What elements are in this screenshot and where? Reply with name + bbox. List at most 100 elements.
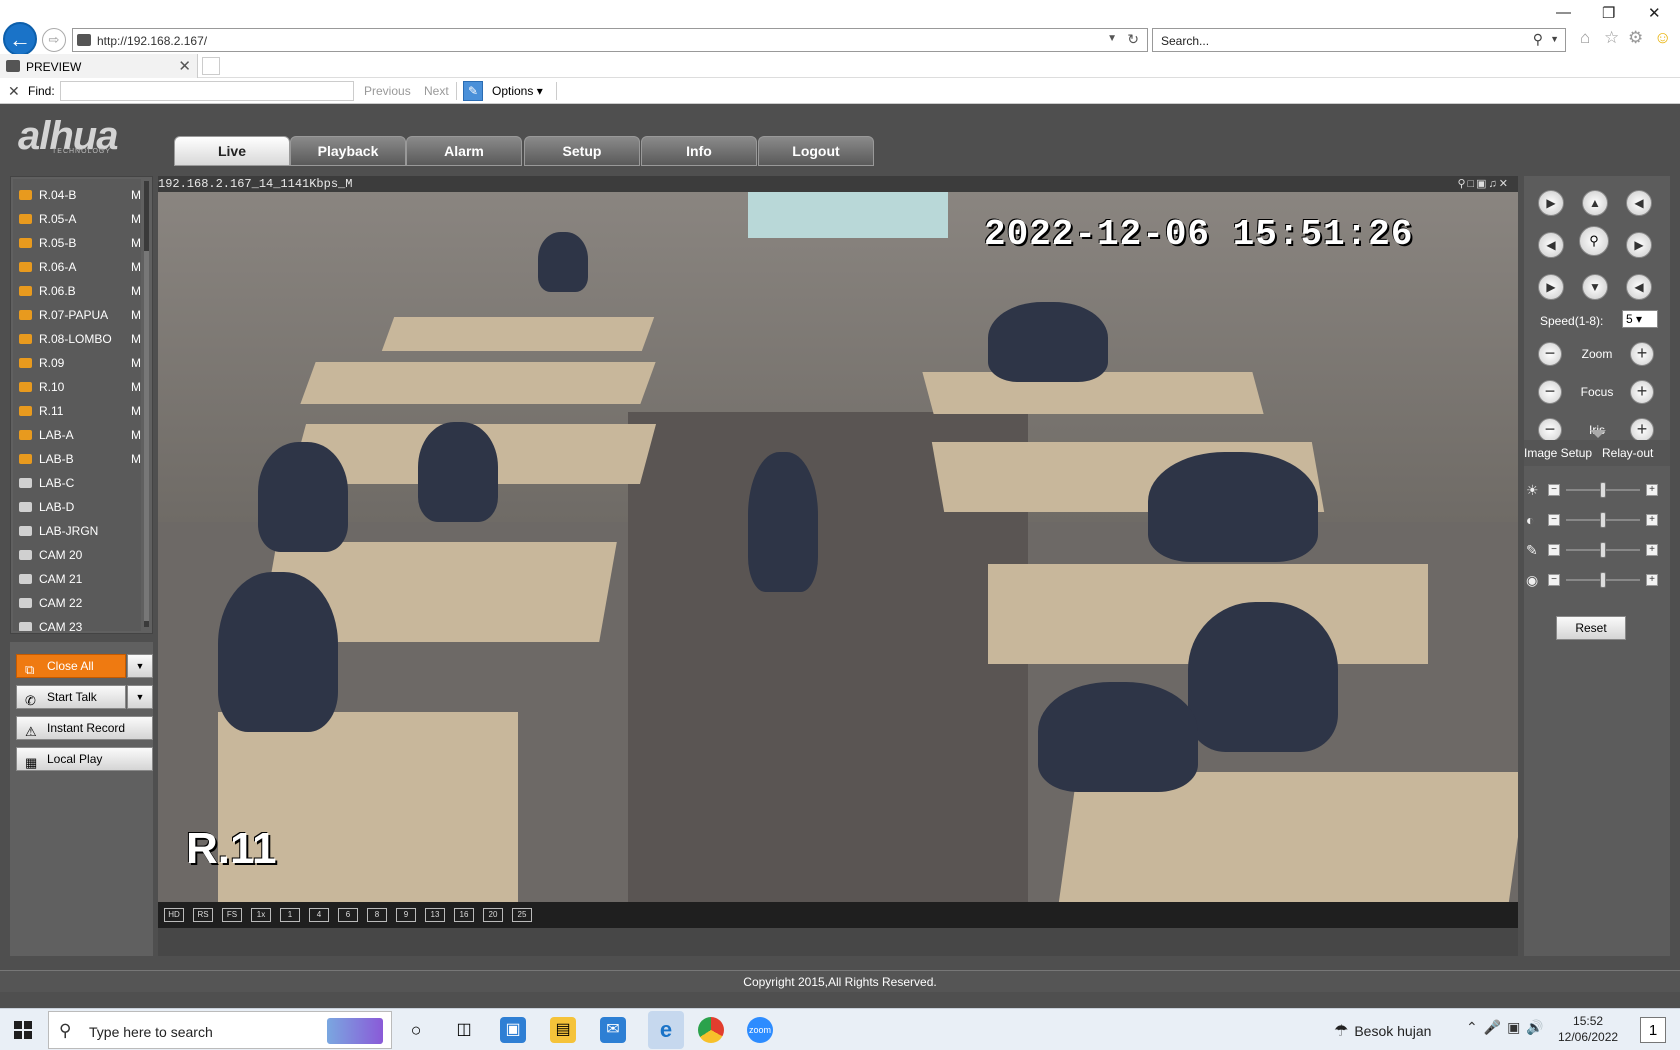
camera-mode[interactable]: M — [131, 428, 141, 442]
ptz-left-button[interactable]: ◀ — [1538, 232, 1564, 258]
taskbar-clock[interactable]: 15:52 12/06/2022 — [1558, 1013, 1618, 1045]
ptz-down-button[interactable]: ▼ — [1582, 274, 1608, 300]
camera-mode[interactable]: M — [131, 380, 141, 394]
camera-mode[interactable]: M — [131, 236, 141, 250]
highlight-pen-icon[interactable]: ✎ — [463, 81, 483, 101]
camera-list-item[interactable]: R.11 M — [13, 399, 141, 423]
minimize-icon[interactable]: — — [1556, 4, 1571, 21]
ptz-center-zoom-icon[interactable]: ⚲ — [1579, 226, 1609, 256]
nav-tab-info[interactable]: Info — [641, 136, 757, 166]
camera-mode[interactable]: M — [131, 356, 141, 370]
address-bar[interactable]: http://192.168.2.167/ ▼ ↻ — [72, 28, 1148, 52]
layout-button[interactable]: FS — [222, 908, 242, 922]
browser-tab-preview[interactable]: PREVIEW ✕ — [0, 54, 198, 78]
camera-mode[interactable]: M — [131, 188, 141, 202]
camera-list-item[interactable]: CAM 20 — [13, 543, 141, 567]
windows-start-icon[interactable] — [14, 1021, 32, 1039]
ptz-down-right-button[interactable]: ◀ — [1626, 274, 1652, 300]
brightness-plus-button[interactable]: + — [1646, 484, 1658, 496]
speed-select[interactable]: 5 ▾ — [1622, 310, 1658, 328]
search-icon[interactable]: ⚲ — [1533, 31, 1543, 48]
saturation-thumb[interactable] — [1600, 542, 1606, 558]
contrast-slider[interactable]: ◐ − + — [1524, 508, 1670, 532]
collapse-arrow-icon[interactable] — [1590, 430, 1606, 438]
find-close-icon[interactable]: ✕ — [8, 83, 20, 100]
ptz-up-left-button[interactable]: ▶ — [1538, 190, 1564, 216]
hue-plus-button[interactable]: + — [1646, 574, 1658, 586]
hue-thumb[interactable] — [1600, 572, 1606, 588]
restore-icon[interactable]: ❐ — [1602, 4, 1615, 22]
camera-list-item[interactable]: LAB-A M — [13, 423, 141, 447]
camera-list-item[interactable]: R.05-B M — [13, 231, 141, 255]
contrast-minus-button[interactable]: − — [1548, 514, 1560, 526]
camera-list-item[interactable]: LAB-D — [13, 495, 141, 519]
camera-mode[interactable]: M — [131, 284, 141, 298]
address-dropdown-icon[interactable]: ▼ — [1107, 33, 1117, 44]
camera-mode[interactable]: M — [131, 308, 141, 322]
nav-tab-alarm[interactable]: Alarm — [406, 136, 522, 166]
camera-list-item[interactable]: CAM 21 — [13, 567, 141, 591]
hue-minus-button[interactable]: − — [1548, 574, 1560, 586]
brightness-slider[interactable]: ☀ − + — [1524, 478, 1670, 502]
start-talk-dropdown[interactable]: ▼ — [127, 685, 153, 709]
task-view-icon[interactable]: ◫ — [451, 1017, 477, 1043]
camera-list-item[interactable]: CAM 23 — [13, 615, 141, 631]
layout-button[interactable]: 1 — [280, 908, 300, 922]
layout-button[interactable]: 25 — [512, 908, 532, 922]
contrast-plus-button[interactable]: + — [1646, 514, 1658, 526]
camera-list-item[interactable]: LAB-B M — [13, 447, 141, 471]
camera-list-item[interactable]: R.06-A M — [13, 255, 141, 279]
instant-record-button[interactable]: ⚠ Instant Record — [16, 716, 153, 740]
saturation-plus-button[interactable]: + — [1646, 544, 1658, 556]
layout-button[interactable]: 4 — [309, 908, 329, 922]
store-icon[interactable]: ▣ — [500, 1017, 526, 1043]
camera-list-item[interactable]: R.04-B M — [13, 183, 141, 207]
camera-mode[interactable]: M — [131, 260, 141, 274]
layout-button[interactable]: 8 — [367, 908, 387, 922]
system-tray-icons[interactable]: ⌃🎤▣🔊 — [1466, 1019, 1550, 1036]
layout-button[interactable]: 16 — [454, 908, 474, 922]
layout-button[interactable]: 1x — [251, 908, 271, 922]
layout-button[interactable]: 13 — [425, 908, 445, 922]
reset-button[interactable]: Reset — [1556, 616, 1626, 640]
iris-plus-button[interactable]: + — [1630, 418, 1654, 442]
home-icon[interactable]: ⌂ — [1580, 28, 1590, 48]
layout-button[interactable]: 9 — [396, 908, 416, 922]
camera-list-scroll-thumb[interactable] — [144, 251, 149, 621]
layout-button[interactable]: HD — [164, 908, 184, 922]
focus-minus-button[interactable]: − — [1538, 380, 1562, 404]
camera-mode[interactable]: M — [131, 212, 141, 226]
ptz-down-left-button[interactable]: ▶ — [1538, 274, 1564, 300]
favorites-star-icon[interactable]: ☆ — [1604, 28, 1619, 48]
chrome-icon[interactable] — [698, 1017, 724, 1043]
zoom-plus-button[interactable]: + — [1630, 342, 1654, 366]
find-input[interactable] — [60, 81, 354, 101]
file-explorer-icon[interactable]: ▤ — [550, 1017, 576, 1043]
search-dropdown-icon[interactable]: ▼ — [1550, 34, 1559, 44]
close-all-dropdown[interactable]: ▼ — [127, 654, 153, 678]
nav-tab-live[interactable]: Live — [174, 136, 290, 166]
focus-plus-button[interactable]: + — [1630, 380, 1654, 404]
taskbar-search-box[interactable]: ⚲ Type here to search — [48, 1011, 392, 1049]
iris-minus-button[interactable]: − — [1538, 418, 1562, 442]
camera-list-item[interactable]: LAB-JRGN — [13, 519, 141, 543]
back-button[interactable]: ← — [3, 22, 37, 56]
camera-mode[interactable]: M — [131, 452, 141, 466]
tab-close-icon[interactable]: ✕ — [178, 57, 191, 75]
camera-list-item[interactable]: R.10 M — [13, 375, 141, 399]
close-all-button[interactable]: ⧉ Close All — [16, 654, 126, 678]
camera-list-item[interactable]: R.09 M — [13, 351, 141, 375]
brightness-thumb[interactable] — [1600, 482, 1606, 498]
zoom-minus-button[interactable]: − — [1538, 342, 1562, 366]
ptz-up-button[interactable]: ▲ — [1582, 190, 1608, 216]
ptz-right-button[interactable]: ▶ — [1626, 232, 1652, 258]
zoom-icon[interactable]: zoom — [747, 1017, 773, 1043]
layout-button[interactable]: 6 — [338, 908, 358, 922]
close-window-icon[interactable]: ✕ — [1648, 4, 1661, 22]
brightness-minus-button[interactable]: − — [1548, 484, 1560, 496]
refresh-icon[interactable]: ↻ — [1127, 31, 1139, 48]
saturation-minus-button[interactable]: − — [1548, 544, 1560, 556]
start-talk-button[interactable]: ✆ Start Talk — [16, 685, 126, 709]
find-previous-button[interactable]: Previous — [364, 84, 411, 98]
settings-gear-icon[interactable]: ⚙ — [1628, 28, 1643, 48]
